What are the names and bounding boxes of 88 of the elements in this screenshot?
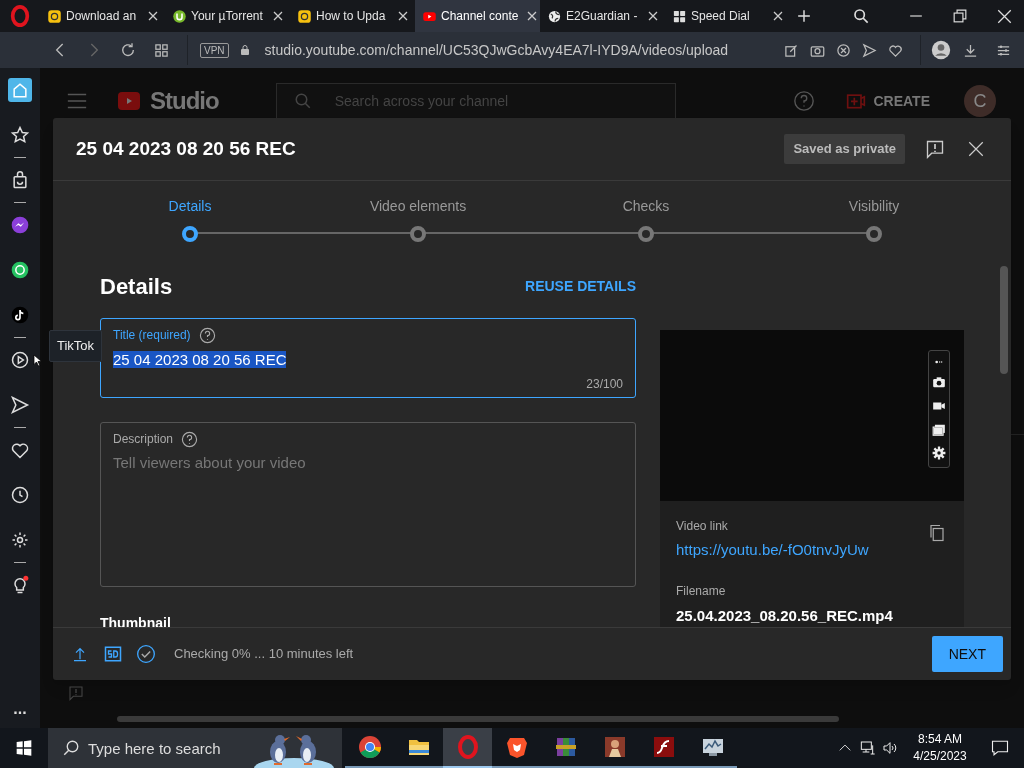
brave-lion-icon	[504, 735, 529, 759]
heart-icon	[10, 440, 30, 460]
grid-icon[interactable]	[154, 42, 169, 58]
field-label: Description	[113, 431, 174, 448]
step-tab[interactable]: Details	[130, 196, 250, 242]
video-link[interactable]: https://youtu.be/-fO0tnvJyUw	[676, 539, 869, 562]
reuse-details-button[interactable]: REUSE DETAILS	[525, 275, 636, 297]
profile-icon[interactable]	[931, 40, 951, 60]
globe-icon	[547, 8, 562, 24]
taskbar-app[interactable]	[443, 728, 492, 768]
block-icon[interactable]	[836, 42, 851, 58]
lock-icon	[238, 44, 251, 56]
speaker-icon[interactable]	[882, 740, 898, 756]
more-menu[interactable]: ...	[13, 704, 27, 714]
step-tab[interactable]: Visibility	[814, 196, 934, 242]
whatsapp-icon	[10, 260, 30, 280]
window-icon[interactable]	[932, 422, 946, 437]
send-icon	[10, 395, 30, 415]
help-icon[interactable]	[181, 430, 199, 448]
dialog-title: 25 04 2023 08 20 56 REC	[76, 136, 296, 161]
play-circle-icon	[10, 350, 30, 370]
settings-icon	[10, 530, 30, 550]
edit-icon[interactable]	[784, 42, 799, 58]
status-badge: Saved as private	[784, 134, 905, 164]
opera-icon	[455, 735, 480, 759]
field-value: 25 04 2023 08 20 56 REC	[113, 351, 287, 368]
reload-icon[interactable]	[120, 42, 136, 58]
star-icon	[10, 125, 30, 145]
title-field[interactable]: Title (required) 25 04 2023 08 20 56 REC 23/100	[100, 318, 636, 398]
field-label: Video link	[676, 518, 728, 535]
messenger-icon	[10, 215, 30, 235]
check-circle-icon[interactable]	[136, 644, 156, 664]
tooltip: TikTok	[49, 330, 103, 362]
close-icon[interactable]	[397, 10, 409, 22]
opera-logo-icon[interactable]	[9, 5, 31, 27]
filename: 25.04.2023_08.20.56_REC.mp4	[676, 605, 894, 626]
horizontal-scrollbar[interactable]	[117, 716, 839, 722]
avatar[interactable]: C	[964, 85, 996, 117]
close-icon[interactable]	[647, 10, 659, 22]
taskbar-clock[interactable]: 8:54 AM 4/25/2023	[904, 731, 976, 765]
windows-start-icon[interactable]	[16, 740, 32, 756]
books-icon	[553, 735, 578, 759]
copy-icon[interactable]	[928, 523, 946, 543]
close-icon[interactable]	[772, 10, 784, 22]
field-label: Title (required)	[113, 327, 191, 344]
plus-icon[interactable]	[797, 9, 811, 23]
search-icon	[293, 92, 312, 110]
upload-icon[interactable]	[72, 645, 88, 663]
download-icon[interactable]	[963, 42, 978, 58]
close-icon[interactable]	[997, 8, 1012, 24]
restore-icon[interactable]	[953, 9, 967, 23]
close-icon[interactable]	[526, 10, 539, 22]
network-icon[interactable]	[860, 740, 876, 756]
settings-icon[interactable]	[932, 446, 946, 461]
flash-icon	[651, 735, 676, 759]
vpn-badge[interactable]: VPN	[200, 42, 229, 58]
camera-icon[interactable]	[932, 375, 946, 390]
browser-tab[interactable]: Channel conte	[415, 0, 540, 32]
clock-icon	[10, 485, 30, 505]
studio-logo: Studio	[150, 86, 219, 116]
send-icon[interactable]	[862, 42, 877, 58]
shopping-bag-icon	[10, 170, 30, 190]
tiktok-icon	[10, 305, 30, 325]
close-icon[interactable]	[967, 140, 985, 158]
help-icon[interactable]	[198, 326, 216, 344]
close-icon[interactable]	[147, 10, 159, 22]
taskbar-search[interactable]: Type here to search	[48, 728, 246, 768]
character-count: 23/100	[586, 376, 623, 393]
field-label: Filename	[676, 582, 726, 600]
add-video-icon	[845, 91, 868, 111]
search-icon	[62, 739, 80, 757]
section-heading: Details	[100, 272, 173, 301]
create-button[interactable]: CREATE	[845, 90, 930, 112]
address-field[interactable]: studio.youtube.com/channel/UC53QJwGcbAvy4EA7l-IYD9A/videos/upload	[264, 39, 729, 61]
close-icon[interactable]	[272, 10, 284, 22]
grid-icon	[672, 8, 687, 24]
utorrent-icon	[172, 8, 187, 24]
scrollbar-thumb[interactable]	[1000, 266, 1008, 374]
notification-icon[interactable]	[991, 739, 1009, 757]
progress-status: Checking 0% ... 10 minutes left	[174, 645, 354, 664]
chrome-icon	[357, 735, 382, 759]
next-button[interactable]: NEXT	[931, 636, 1003, 672]
game-cover-icon	[602, 735, 627, 759]
heart-icon[interactable]	[888, 42, 903, 58]
step-tab[interactable]: Video elements	[358, 196, 478, 242]
search-icon[interactable]	[853, 8, 869, 24]
step-tab[interactable]: Checks	[586, 196, 706, 242]
sd-quality-icon[interactable]	[103, 645, 123, 663]
